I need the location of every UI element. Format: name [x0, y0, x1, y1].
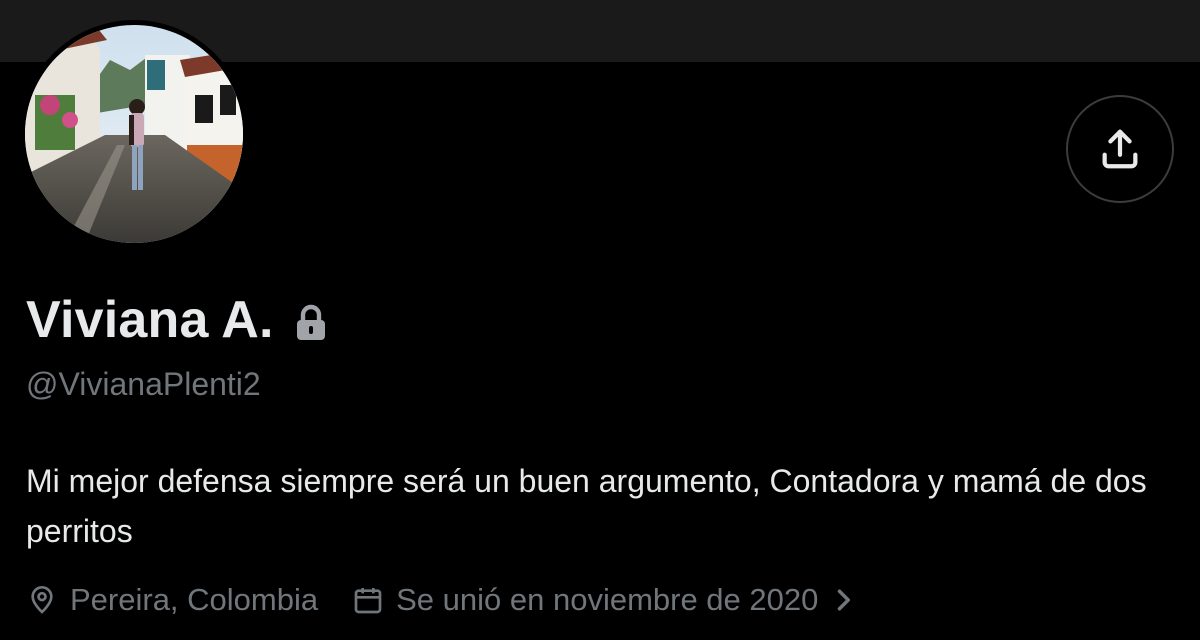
user-handle: @VivianaPlenti2 [26, 366, 261, 402]
bio: Mi mejor defensa siempre será un buen ar… [26, 463, 1147, 549]
joined-item[interactable]: Se unió en noviembre de 2020 [352, 582, 854, 618]
location-item: Pereira, Colombia [26, 582, 318, 618]
lock-icon [294, 304, 328, 342]
joined-text: Se unió en noviembre de 2020 [396, 582, 819, 617]
share-upload-icon [1102, 129, 1138, 169]
display-name-row: Viviana A. [26, 290, 328, 350]
avatar-photo [25, 25, 243, 243]
profile-meta: Pereira, Colombia Se unió en noviembre d… [26, 578, 854, 622]
display-name: Viviana A. [26, 291, 274, 349]
location-pin-icon [26, 584, 58, 616]
calendar-icon [352, 584, 384, 616]
profile-page: Viviana A. @VivianaPlenti2 Mi mejor defe… [0, 0, 1200, 640]
chevron-right-icon [832, 586, 854, 614]
share-button[interactable] [1066, 95, 1174, 203]
avatar[interactable] [20, 20, 248, 248]
location-text: Pereira, Colombia [70, 582, 319, 617]
